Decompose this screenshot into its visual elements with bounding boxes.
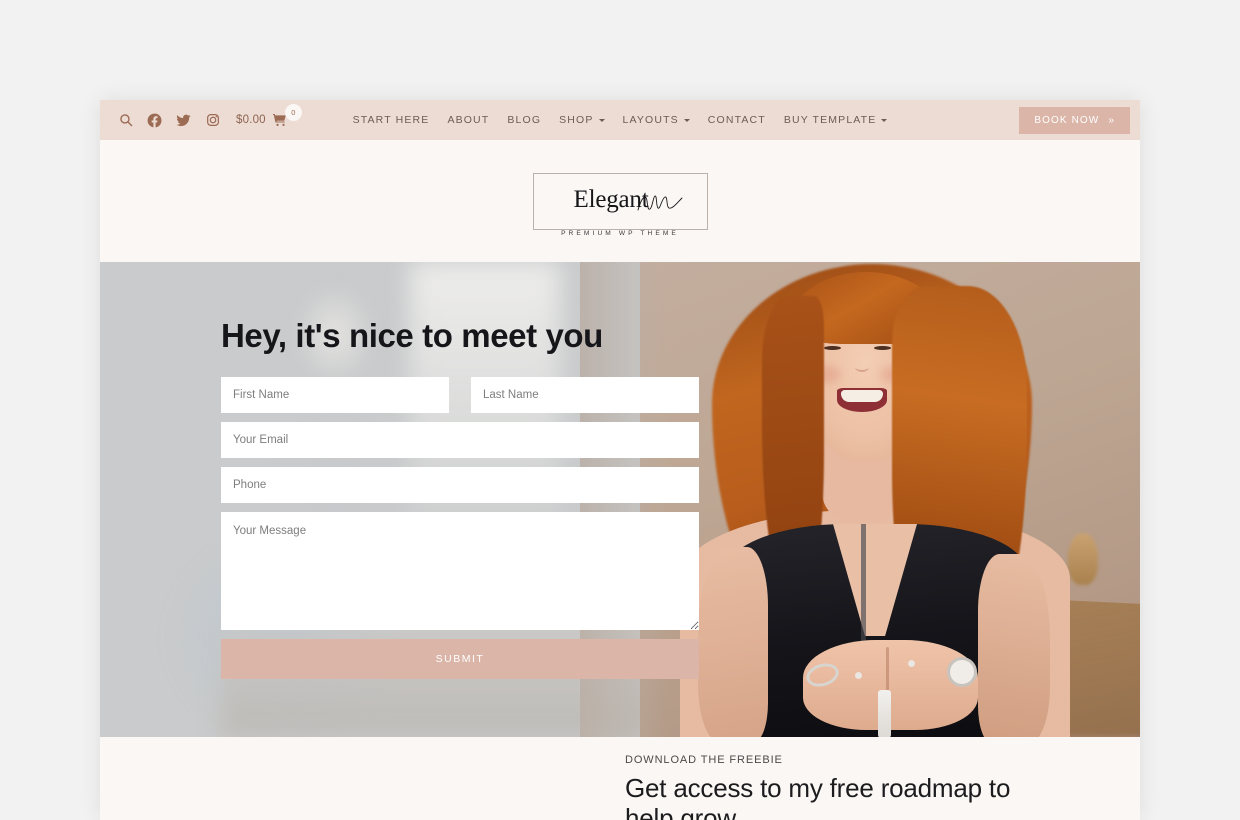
name-row (221, 377, 701, 413)
cart-widget[interactable]: $0.00 0 (236, 103, 302, 128)
portrait-nose (855, 362, 869, 372)
nav-item-blog[interactable]: BLOG (498, 114, 550, 126)
message-textarea[interactable] (221, 512, 699, 630)
book-now-button[interactable]: BOOK NOW » (1019, 106, 1130, 134)
nav-label: BUY TEMPLATE (783, 114, 877, 126)
double-chevron-right-icon: » (1108, 114, 1115, 126)
nav-item-about[interactable]: ABOUT (438, 114, 498, 126)
freebie-content: DOWNLOAD THE FREEBIE Get access to my fr… (625, 754, 1055, 820)
portrait-wristwatch (947, 657, 977, 687)
nav-item-layouts[interactable]: LAYOUTS (614, 114, 699, 126)
nav-item-start-here[interactable]: START HERE (344, 114, 439, 126)
search-icon[interactable] (118, 113, 133, 128)
email-input[interactable] (221, 422, 699, 458)
website-preview-panel: $0.00 0 START HERE ABOUT BLOG SHOP LAYOU… (100, 100, 1140, 820)
contact-form: SUBMIT (221, 377, 701, 679)
facebook-icon[interactable] (147, 113, 162, 128)
cart-count-badge: 0 (284, 103, 302, 121)
logo-subtitle: PREMIUM WP THEME (554, 229, 686, 237)
first-name-input[interactable] (221, 377, 449, 413)
portrait-mouth (837, 388, 887, 412)
hero-section: Hey, it's nice to meet you SUBMIT (100, 262, 1140, 737)
portrait-eye-left (824, 346, 841, 350)
portrait-eye-right (874, 346, 891, 350)
phone-input[interactable] (221, 467, 699, 503)
logo-band: Elegant PREMIUM WP THEME (100, 140, 1140, 262)
freebie-section: DOWNLOAD THE FREEBIE Get access to my fr… (100, 737, 1140, 820)
twitter-icon[interactable] (176, 113, 191, 128)
portrait-teeth (841, 390, 883, 402)
hero-content: Hey, it's nice to meet you SUBMIT (221, 262, 701, 679)
instagram-icon[interactable] (205, 113, 220, 128)
nav-item-contact[interactable]: CONTACT (699, 114, 775, 126)
nav-label: START HERE (352, 114, 430, 126)
portrait-arm-right (978, 554, 1050, 737)
nav-item-buy-template[interactable]: BUY TEMPLATE (775, 114, 897, 126)
book-now-label: BOOK NOW (1034, 114, 1100, 126)
nav-label: LAYOUTS (622, 114, 679, 126)
portrait-placket (861, 524, 866, 644)
nav-label: BLOG (507, 114, 542, 126)
topbar-left-group: $0.00 0 (118, 103, 302, 128)
chevron-down-icon (598, 119, 605, 122)
nav-label: SHOP (559, 114, 594, 126)
last-name-input[interactable] (471, 377, 699, 413)
chevron-down-icon (683, 119, 690, 122)
portrait-decor-object (1068, 533, 1098, 585)
freebie-eyebrow: DOWNLOAD THE FREEBIE (625, 754, 783, 766)
portrait-ring-a (855, 672, 862, 679)
hero-portrait-photo (640, 262, 1140, 737)
top-utility-bar: $0.00 0 START HERE ABOUT BLOG SHOP LAYOU… (100, 100, 1140, 140)
portrait-ring-b (908, 660, 915, 667)
chevron-down-icon (881, 119, 888, 122)
nav-item-shop[interactable]: SHOP (550, 114, 613, 126)
nav-label: CONTACT (707, 114, 766, 126)
nav-label: ABOUT (447, 114, 490, 126)
submit-button[interactable]: SUBMIT (221, 639, 699, 679)
site-logo[interactable]: Elegant PREMIUM WP THEME (532, 172, 708, 237)
portrait-held-pen (878, 690, 891, 737)
logo-script-mark (637, 195, 682, 210)
portrait-arm-left (698, 547, 768, 737)
cart-amount: $0.00 (236, 114, 266, 126)
freebie-heading: Get access to my free roadmap to help gr… (625, 773, 1011, 820)
hero-title: Hey, it's nice to meet you (221, 317, 603, 354)
